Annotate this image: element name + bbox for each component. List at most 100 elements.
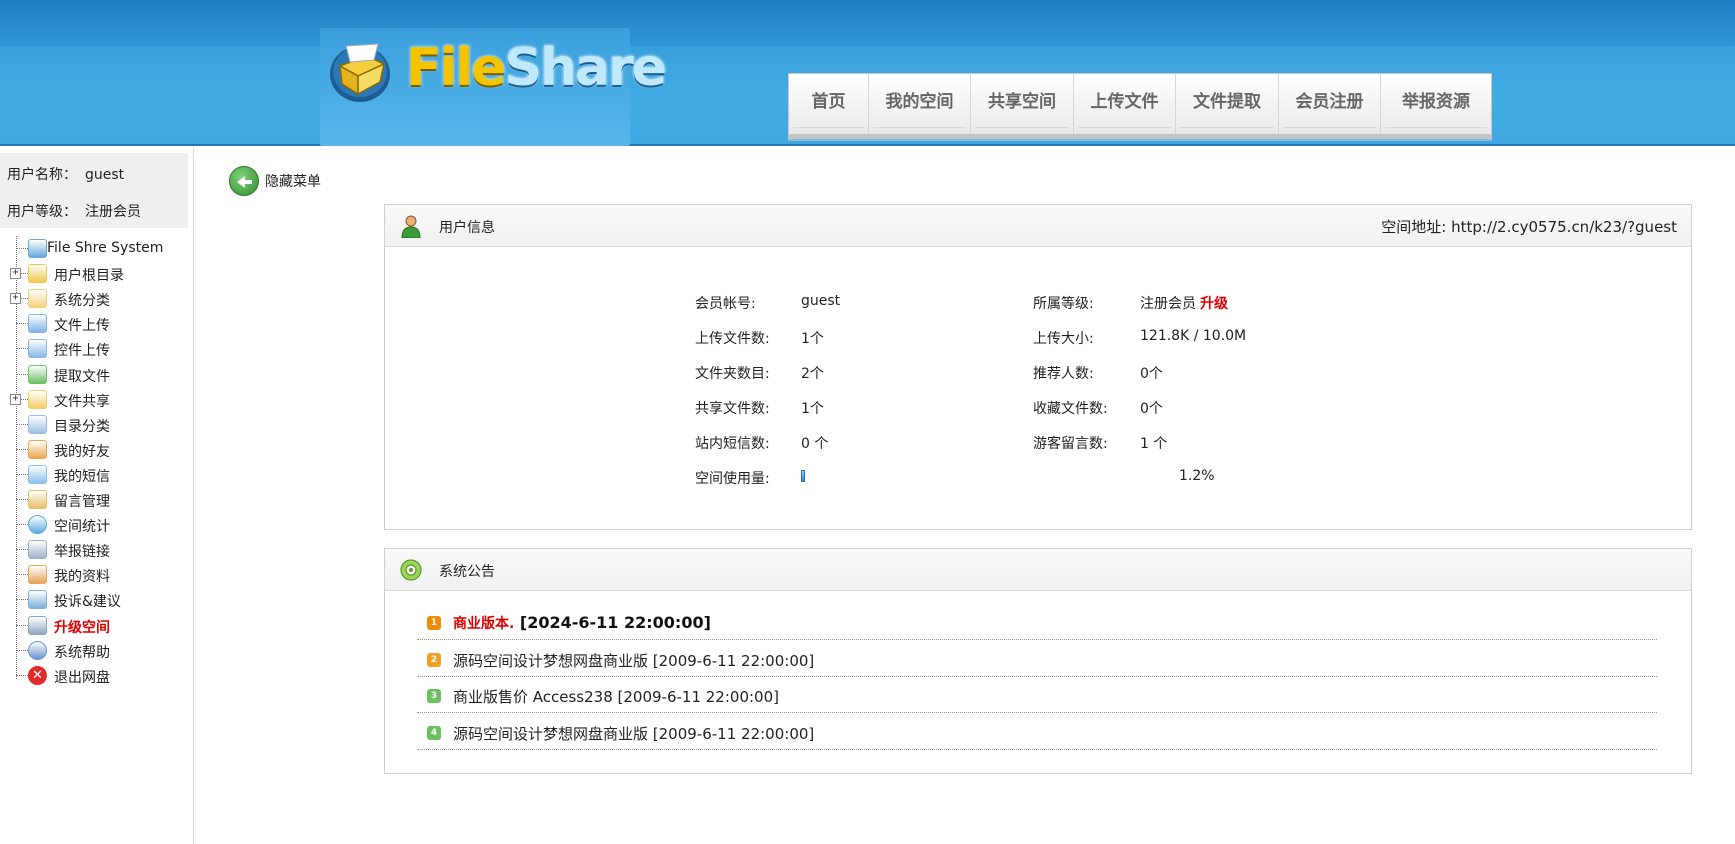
sidebar-item-label: 我的资料: [54, 569, 110, 586]
notice-item[interactable]: 4 源码空间设计梦想网盘商业版 [2009-6-11 22:00:00]: [417, 714, 1657, 750]
nav-register[interactable]: 会员注册: [1279, 74, 1381, 134]
sidebar-item[interactable]: ✕ 退出网盘: [10, 663, 190, 688]
notice-item[interactable]: 2 源码空间设计梦想网盘商业版 [2009-6-11 22:00:00]: [417, 641, 1657, 677]
report-icon: [28, 540, 47, 560]
sidebar-item[interactable]: 空间统计: [10, 512, 190, 537]
tree-connector: [16, 248, 28, 249]
space-usage-percent: 1.2%: [1179, 468, 1215, 484]
file-upload-icon: [28, 314, 47, 334]
tree-connector: [16, 448, 28, 450]
logo-text-share: Share: [504, 38, 666, 98]
sidebar-item-label: 退出网盘: [54, 669, 110, 686]
shared-folder-icon: [28, 389, 47, 409]
hide-menu-button[interactable]: 隐藏菜单: [229, 166, 321, 196]
nav-my-space[interactable]: 我的空间: [869, 74, 971, 134]
sidebar-item[interactable]: + 文件共享: [10, 387, 190, 412]
sidebar-item-label: 目录分类: [54, 418, 110, 435]
sidebar-item-label: 系统帮助: [54, 644, 110, 661]
expand-icon[interactable]: +: [10, 393, 21, 405]
help-icon: [28, 640, 47, 660]
notice-item[interactable]: 3 商业版售价 Access238 [2009-6-11 22:00:00]: [417, 677, 1657, 713]
upgrade-link[interactable]: 升级: [1200, 296, 1228, 312]
guestbook-icon: [28, 490, 47, 509]
space-usage-bar: [801, 470, 1001, 482]
notice-number-icon: 3: [427, 689, 441, 703]
sidebar-item-label: 我的短信: [54, 468, 110, 485]
sidebar-item-label: 用户根目录: [54, 268, 124, 285]
tree-connector: [16, 624, 28, 626]
sidebar-item[interactable]: 提取文件: [10, 362, 190, 387]
notice-text[interactable]: 源码空间设计梦想网盘商业版 [2009-6-11 22:00:00]: [453, 650, 814, 671]
sidebar-item-label: 举报链接: [54, 544, 110, 561]
tree-connector: [16, 649, 28, 651]
sidebar-item[interactable]: File Shre System: [10, 236, 190, 261]
nav-upload[interactable]: 上传文件: [1074, 74, 1176, 134]
user-summary: 用户名称： guest 用户等级： 注册会员: [0, 153, 188, 228]
sidebar-item-label: 系统分类: [54, 293, 110, 310]
notice-header: 系统公告: [385, 549, 1691, 591]
logo-text-file: File: [406, 38, 506, 98]
sidebar-item-label: File Shre System: [47, 240, 164, 256]
notice-text[interactable]: 源码空间设计梦想网盘商业版 [2009-6-11 22:00:00]: [453, 723, 814, 744]
notice-text[interactable]: 商业版本. [2024-6-11 22:00:00]: [453, 613, 711, 633]
sidebar-item[interactable]: 升级空间: [10, 613, 190, 638]
notice-date: [2024-6-11 22:00:00]: [514, 613, 711, 632]
cart-icon: [28, 615, 47, 635]
site-header: FileShare 首页 我的空间 共享空间 上传文件 文件提取 会员注册 举报…: [0, 0, 1735, 146]
notice-item[interactable]: 1 商业版本. [2024-6-11 22:00:00]: [417, 604, 1657, 640]
sidebar-item-label: 空间统计: [54, 519, 110, 536]
favorites-value: 0个: [1140, 401, 1163, 417]
nav-report[interactable]: 举报资源: [1381, 74, 1491, 134]
sidebar-item[interactable]: 系统帮助: [10, 638, 190, 663]
sidebar-item-label: 控件上传: [54, 343, 110, 360]
notice-panel: 系统公告 1 商业版本. [2024-6-11 22:00:00] 2 源码空间设计梦…: [384, 548, 1692, 774]
notice-number-icon: 4: [427, 725, 441, 740]
user-info-panel: 用户信息 空间地址: http://2.cy0575.cn/k23/?guest…: [384, 204, 1692, 530]
notice-title: 系统公告: [439, 564, 495, 580]
account-value: guest: [801, 293, 841, 309]
sidebar-item[interactable]: 文件上传: [10, 311, 190, 336]
notice-number-icon: 1: [427, 616, 441, 630]
sidebar-item[interactable]: + 系统分类: [10, 286, 190, 311]
sidebar-item[interactable]: 我的资料: [10, 562, 190, 587]
nav-extract[interactable]: 文件提取: [1176, 74, 1279, 134]
sidebar-item[interactable]: 举报链接: [10, 537, 190, 562]
upload-size-value: 121.8K / 10.0M: [1140, 328, 1247, 344]
sidebar-item[interactable]: 控件上传: [10, 336, 190, 361]
sidebar-item[interactable]: 投诉&建议: [10, 587, 190, 612]
expand-icon[interactable]: +: [10, 293, 21, 305]
logo-folder-icon: [330, 43, 390, 102]
expand-icon[interactable]: +: [10, 268, 21, 280]
tree-connector: [16, 499, 28, 500]
sidebar-item[interactable]: 我的短信: [10, 462, 190, 487]
sidebar-item-label: 文件共享: [54, 393, 110, 410]
tree-connector: [16, 423, 28, 425]
sidebar-item-label: 提取文件: [54, 368, 110, 385]
notice-list: 1 商业版本. [2024-6-11 22:00:00] 2 源码空间设计梦想网盘商业…: [385, 591, 1691, 771]
user-info-grid: 会员帐号: guest 上传文件数: 1个 文件夹数目: 2个 共享文件数: 1…: [385, 205, 1691, 487]
sidebar-item[interactable]: 目录分类: [10, 412, 190, 437]
sidebar-item[interactable]: 留言管理: [10, 487, 190, 512]
notice-title: 商业版售价 Access238: [453, 688, 613, 706]
nav-home[interactable]: 首页: [789, 74, 869, 134]
upload-size-label: 上传大小:: [1033, 331, 1094, 347]
site-logo[interactable]: FileShare: [320, 28, 667, 146]
folder-count-value: 2个: [801, 366, 824, 382]
folder-count-label: 文件夹数目:: [695, 366, 770, 382]
header-band: [0, 0, 1735, 46]
control-upload-icon: [28, 339, 47, 359]
tree-connector: [16, 574, 28, 576]
level-value-text: 注册会员: [1140, 296, 1196, 312]
notice-text[interactable]: 商业版售价 Access238 [2009-6-11 22:00:00]: [453, 686, 779, 707]
back-arrow-icon: [229, 166, 259, 196]
sidebar-item[interactable]: + 用户根目录: [10, 261, 190, 286]
sidebar-item-label: 留言管理: [54, 494, 110, 510]
user-level-label: 用户等级：: [7, 204, 77, 220]
sidebar-item[interactable]: 我的好友: [10, 437, 190, 462]
notice-title: 源码空间设计梦想网盘商业版: [453, 651, 649, 670]
nav-shared-space[interactable]: 共享空间: [971, 74, 1074, 134]
level-value: 注册会员 升级: [1140, 293, 1228, 313]
pie-chart-icon: [28, 515, 47, 535]
message-count-value: 0 个: [801, 436, 829, 452]
user-level-row: 用户等级： 注册会员: [7, 201, 141, 221]
